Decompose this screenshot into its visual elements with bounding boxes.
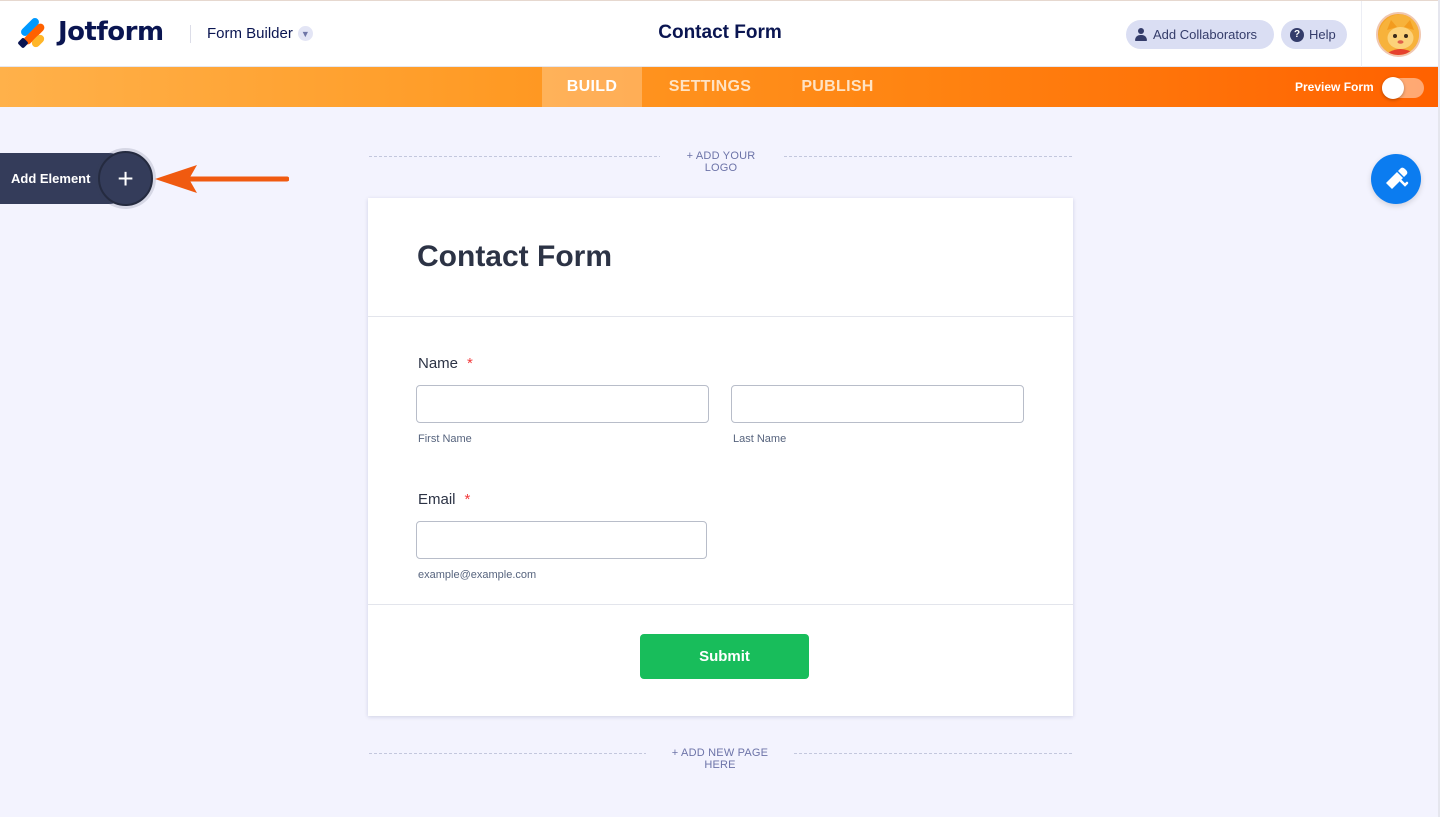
- email-field-label[interactable]: Email *: [418, 491, 470, 508]
- header-divider: [190, 25, 191, 43]
- jotform-logo[interactable]: Jotform: [17, 16, 164, 49]
- add-collaborators-button[interactable]: Add Collaborators: [1126, 20, 1274, 49]
- last-name-input[interactable]: [731, 385, 1024, 423]
- person-icon: [1135, 28, 1147, 41]
- tab-settings[interactable]: SETTINGS: [650, 67, 770, 107]
- form-builder-dropdown[interactable]: Form Builder ▼: [207, 25, 313, 42]
- plus-icon[interactable]: +: [98, 151, 153, 206]
- email-sublabel: example@example.com: [418, 569, 537, 581]
- logo-text: Jotform: [58, 17, 164, 47]
- required-mark: *: [467, 355, 473, 372]
- avatar-cat-icon: [1378, 14, 1419, 55]
- form-card: Contact Form Name * First Name Last Name …: [368, 198, 1073, 716]
- chevron-down-icon: ▼: [297, 26, 313, 41]
- form-heading[interactable]: Contact Form: [417, 240, 612, 274]
- form-title[interactable]: Contact Form: [658, 22, 782, 43]
- add-logo-link[interactable]: + ADD YOUR LOGO: [660, 150, 782, 174]
- name-label-text: Name: [418, 355, 459, 372]
- preview-form-toggle[interactable]: [1382, 77, 1424, 99]
- add-new-page-link[interactable]: + ADD NEW PAGE HERE: [646, 747, 794, 771]
- email-input[interactable]: [416, 521, 707, 559]
- submit-button[interactable]: Submit: [640, 634, 809, 679]
- help-label: Help: [1309, 27, 1336, 42]
- help-icon: ?: [1290, 27, 1304, 42]
- submit-separator: [368, 604, 1073, 605]
- add-collaborators-label: Add Collaborators: [1153, 27, 1258, 42]
- form-designer-button[interactable]: [1371, 154, 1421, 204]
- form-builder-label: Form Builder: [207, 25, 293, 42]
- user-avatar[interactable]: [1376, 12, 1421, 57]
- add-element-label: Add Element: [11, 171, 91, 186]
- first-name-sublabel: First Name: [418, 433, 472, 445]
- builder-navbar: BUILD SETTINGS PUBLISH Preview Form: [0, 67, 1440, 107]
- toggle-knob: [1382, 77, 1404, 99]
- jotform-logo-icon: [17, 16, 48, 49]
- name-field-label[interactable]: Name *: [418, 355, 473, 372]
- tab-build[interactable]: BUILD: [542, 67, 642, 107]
- arrow-left-icon: [155, 165, 289, 193]
- header-separator: [1361, 1, 1362, 67]
- paint-roller-icon: [1386, 167, 1409, 189]
- email-label-text: Email: [418, 491, 456, 508]
- last-name-sublabel: Last Name: [733, 433, 787, 445]
- help-button[interactable]: ? Help: [1281, 20, 1347, 49]
- tab-publish[interactable]: PUBLISH: [780, 67, 895, 107]
- heading-separator: [368, 316, 1073, 317]
- required-mark: *: [464, 491, 471, 508]
- preview-form-label: Preview Form: [1295, 80, 1374, 94]
- app-header: Jotform Form Builder ▼ Contact Form Add …: [0, 0, 1440, 67]
- first-name-input[interactable]: [416, 385, 709, 423]
